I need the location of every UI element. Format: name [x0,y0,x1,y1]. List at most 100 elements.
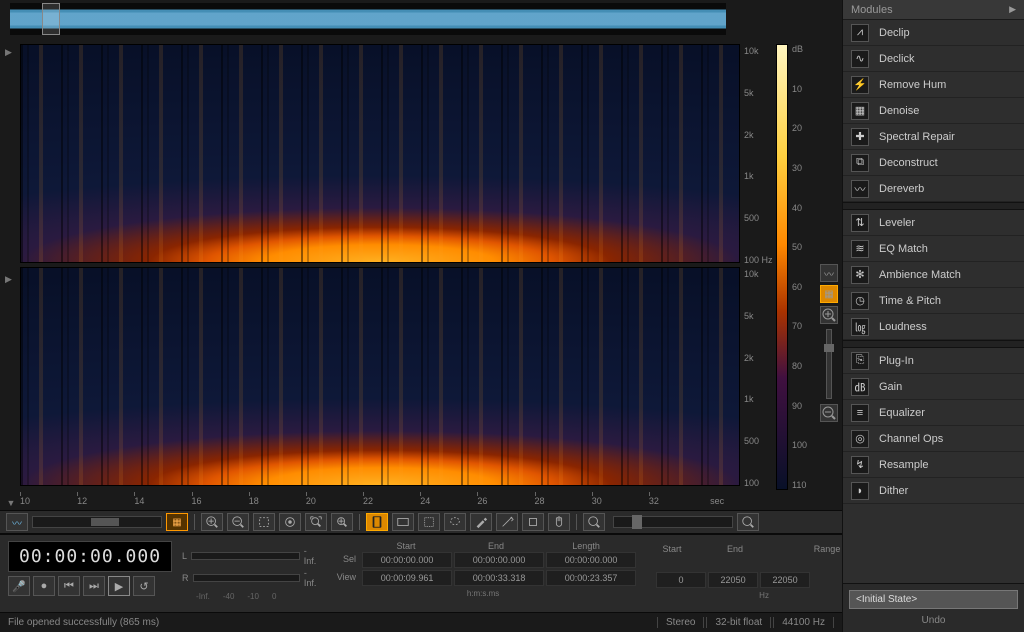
waveform-mode-icon[interactable]: 〰 [6,513,28,531]
eraser-tool-icon[interactable] [522,513,544,531]
module-label: Leveler [879,217,915,229]
collapse-down-icon[interactable]: ▼ [2,498,20,508]
zoom-out-h-icon[interactable] [737,513,759,531]
module-label: Equalizer [879,407,925,419]
module-label: Loudness [879,321,927,333]
vertical-zoom-slider[interactable] [826,329,832,399]
freq-label: 500 [744,436,774,446]
module-item-time-pitch[interactable]: ◷Time & Pitch [843,288,1024,314]
module-item-plug-in[interactable]: ⎘Plug-In [843,348,1024,374]
wand-tool-icon[interactable] [496,513,518,531]
play-button[interactable]: ▶ [108,576,130,596]
module-item-remove-hum[interactable]: ⚡Remove Hum [843,72,1024,98]
box-selection-tool-icon[interactable] [418,513,440,531]
overview-panel [0,0,842,38]
channel-expand-right-icon[interactable]: ▶ [5,274,15,284]
hand-tool-icon[interactable] [548,513,570,531]
module-item-ambience-match[interactable]: ✻Ambience Match [843,262,1024,288]
freq-selection-tool-icon[interactable] [392,513,414,531]
lasso-tool-icon[interactable] [444,513,466,531]
timeline-tick: 20 [306,496,363,506]
module-label: EQ Match [879,243,928,255]
module-item-dither[interactable]: ◗ Dither [843,478,1024,504]
freq-label: 2k [744,130,774,140]
module-item-equalizer[interactable]: ≡Equalizer [843,400,1024,426]
transport-panel: 00:00:00.000 🎤 ● ⏮ ⏭ ▶ ↺ L -Inf. R [0,534,842,612]
wave-view-icon[interactable]: 〰 [820,264,838,282]
view-start-field[interactable]: 00:00:09.961 [362,570,452,586]
meter-scale-label: -10 [247,592,259,601]
module-item-eq-match[interactable]: ≋EQ Match [843,236,1024,262]
denoise-icon: ▦ [851,102,869,120]
module-item-loudness[interactable]: ㏒Loudness [843,314,1024,340]
zoom-in-icon[interactable] [201,513,223,531]
view-length-field[interactable]: 00:00:23.357 [546,570,636,586]
module-item-resample[interactable]: ↯Resample [843,452,1024,478]
zoom-selection-icon[interactable] [253,513,275,531]
spectrogram-mode-icon[interactable]: ▦ [166,513,188,531]
brush-tool-icon[interactable] [470,513,492,531]
zoom-reset-icon[interactable] [279,513,301,531]
rewind-button[interactable]: ⏮ [58,576,80,596]
overview-selection[interactable] [42,3,60,35]
module-item-gain[interactable]: ㏈Gain [843,374,1024,400]
timeline-tick: 22 [363,496,420,506]
zoom-fit-icon[interactable] [305,513,327,531]
channel-ops-icon: ◎ [851,430,869,448]
freq-range-field[interactable]: 22050 [760,572,810,588]
table-header: Length [541,541,631,551]
history-state[interactable]: <Initial State> [849,590,1018,609]
module-item-spectral-repair[interactable]: ✚Spectral Repair [843,124,1024,150]
overview-waveform[interactable] [10,3,726,35]
zoom-tool-icon[interactable] [583,513,605,531]
spectro-view-icon[interactable]: ▦ [820,285,838,303]
freq-label: 10k [744,46,774,56]
dither-icon: ◗ [851,482,869,500]
modules-header[interactable]: Modules ▶ [843,0,1024,20]
module-item-declick[interactable]: ∿Declick [843,46,1024,72]
horizontal-scrollbar[interactable] [32,516,162,528]
module-label: Dither [879,485,908,497]
module-item-dereverb[interactable]: 〰Dereverb [843,176,1024,202]
spectrogram-left-channel[interactable] [20,44,740,263]
toolbar: 〰 ▦ [0,510,842,534]
zoom-all-icon[interactable] [331,513,353,531]
undo-label[interactable]: Undo [849,615,1018,626]
freq-end-field[interactable]: 22050 [708,572,758,588]
sel-end-field[interactable]: 00:00:00.000 [454,552,544,568]
modules-title: Modules [851,4,893,16]
sel-length-field[interactable]: 00:00:00.000 [546,552,636,568]
modules-panel: Modules ▶ ⩘Declip∿Declick⚡Remove Hum▦Den… [842,0,1024,632]
declip-icon: ⩘ [851,24,869,42]
channel-expand-left-icon[interactable]: ▶ [5,47,15,57]
record-button[interactable]: ● [33,576,55,596]
modules-collapse-icon[interactable]: ▶ [1009,4,1016,15]
module-item-deconstruct[interactable]: ⧉Deconstruct [843,150,1024,176]
zoom-in-vertical-icon[interactable] [820,306,838,324]
view-end-field[interactable]: 00:00:33.318 [454,570,544,586]
zoom-slider-horizontal[interactable] [613,516,733,528]
status-bar: File opened successfully (865 ms) Stereo… [0,612,842,632]
declick-icon: ∿ [851,50,869,68]
freq-start-field[interactable]: 0 [656,572,706,588]
status-message: File opened successfully (865 ms) [8,617,159,628]
freq-unit-label: Hz [762,255,773,265]
meter-left-value: -Inf. [304,546,319,566]
time-selection-tool-icon[interactable] [366,513,388,531]
module-item-denoise[interactable]: ▦Denoise [843,98,1024,124]
timeline-ruler[interactable]: 10 12 14 16 18 20 22 24 26 28 30 32 sec [20,490,740,508]
status-channels: Stereo [657,617,704,628]
ambience-match-icon: ✻ [851,266,869,284]
module-item-leveler[interactable]: ⇅Leveler [843,210,1024,236]
module-item-declip[interactable]: ⩘Declip [843,20,1024,46]
db-label: 60 [792,282,814,292]
spectrogram-right-channel[interactable] [20,267,740,486]
zoom-out-icon[interactable] [227,513,249,531]
sel-start-field[interactable]: 00:00:00.000 [362,552,452,568]
forward-button[interactable]: ⏭ [83,576,105,596]
module-item-channel-ops[interactable]: ◎Channel Ops [843,426,1024,452]
zoom-out-vertical-icon[interactable] [820,404,838,422]
row-label: Sel [330,552,360,568]
record-arm-icon[interactable]: 🎤 [8,576,30,596]
loop-button[interactable]: ↺ [133,576,155,596]
